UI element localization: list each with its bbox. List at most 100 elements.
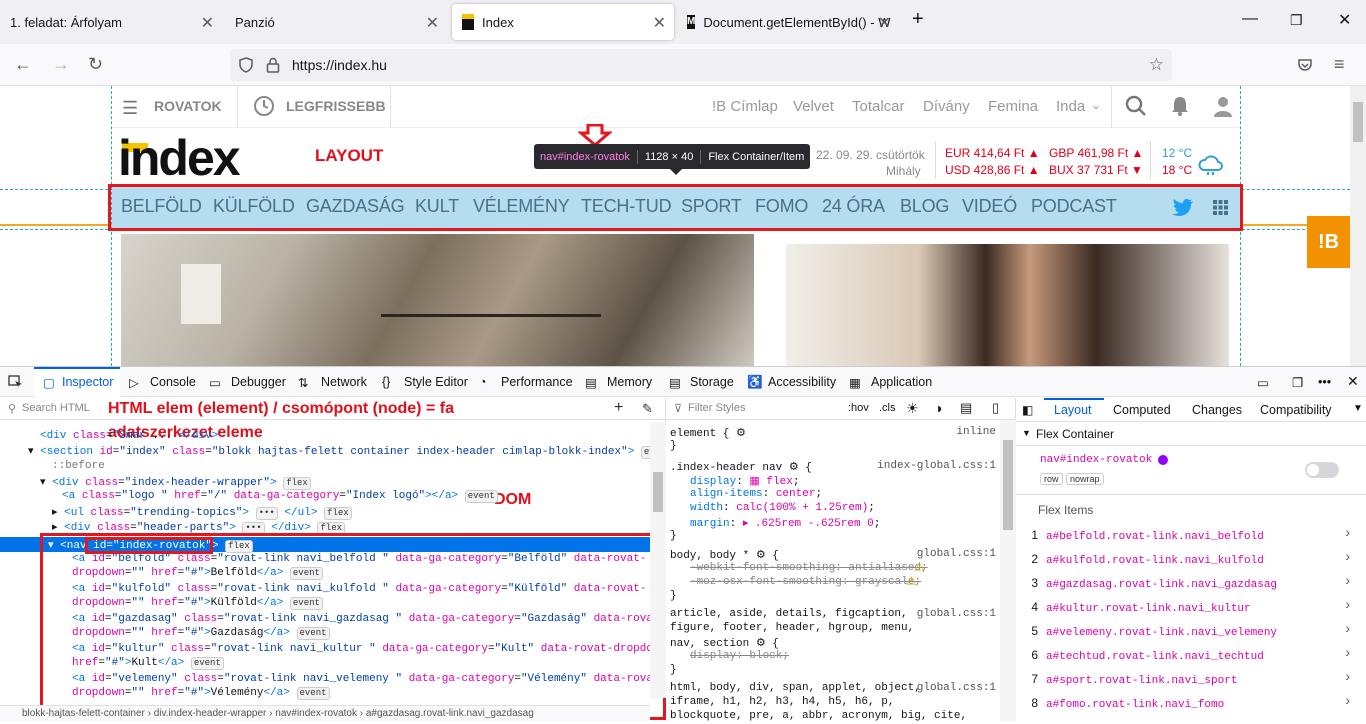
minimize-icon[interactable]: — (1242, 10, 1258, 28)
chevron-right-icon[interactable]: › (1345, 620, 1350, 636)
chevron-right-icon[interactable]: › (1345, 596, 1350, 612)
tab-changes[interactable]: Changes (1192, 403, 1242, 417)
toplink-ib[interactable]: !B Címlap (712, 98, 778, 115)
tab-computed[interactable]: Computed (1113, 403, 1171, 417)
dock-icon[interactable]: ❐ (1292, 375, 1303, 390)
address-bar[interactable]: https://index.hu ☆ (230, 49, 1172, 81)
close-icon[interactable]: ✕ (201, 13, 214, 33)
chevron-right-icon[interactable]: › (1345, 548, 1350, 564)
toplink-divany[interactable]: Dívány (923, 98, 970, 115)
page-scrollbar[interactable] (1350, 86, 1366, 366)
flex-item[interactable]: 2 a#kulfold.rovat-link.navi_kulfold (1016, 552, 1264, 567)
tab-panzio[interactable]: Panzió ✕ (225, 4, 447, 40)
chevron-right-icon[interactable]: › (1345, 644, 1350, 660)
flex-container-header[interactable]: ▼ Flex Container (1016, 422, 1366, 446)
rovatok-link[interactable]: ROVATOK (154, 98, 222, 114)
filter-styles-input[interactable]: Filter Styles (688, 402, 745, 414)
element-picker-icon[interactable] (8, 375, 23, 389)
add-node-icon[interactable]: + (614, 399, 623, 417)
flex-item[interactable]: 1 a#belfold.rovat-link.navi_belfold (1016, 528, 1264, 543)
shield-icon[interactable] (238, 57, 254, 73)
flex-item[interactable]: 7 a#sport.rovat-link.navi_sport (1016, 672, 1237, 687)
menu-icon[interactable]: ≡ (1334, 54, 1345, 75)
print-icon[interactable]: ▤ (960, 400, 972, 416)
rules-scrollbar[interactable] (1000, 420, 1016, 722)
reload-icon[interactable]: ↻ (88, 54, 103, 75)
back-icon[interactable]: ← (14, 54, 32, 75)
tab-layout[interactable]: Layout (1054, 403, 1092, 417)
html-search-input[interactable]: Search HTML (22, 402, 90, 414)
flex-container-selector[interactable]: nav#index-rovatok (1040, 454, 1152, 466)
html-scrollbar[interactable] (650, 422, 666, 698)
cls-toggle[interactable]: .cls (879, 402, 896, 414)
flex-item[interactable]: 5 a#velemeny.rovat-link.navi_velemeny (1016, 624, 1277, 639)
light-mode-icon[interactable]: ☀ (906, 400, 919, 417)
tab-arfolyam[interactable]: 1. feladat: Árfolyam ✕ (0, 4, 222, 40)
forward-icon[interactable]: → (52, 54, 70, 75)
chevron-down-icon[interactable]: ▼ (1353, 403, 1363, 414)
rule-close: } (670, 440, 677, 452)
toplink-totalcar[interactable]: Totalcar (852, 98, 905, 115)
search-icon[interactable] (1125, 95, 1147, 117)
breadcrumb[interactable]: blokk-hajtas-felett-container › div.inde… (0, 705, 650, 721)
flex-item[interactable]: 8 a#fomo.rovat-link.navi_fomo (1016, 696, 1224, 711)
toplink-inda[interactable]: Inda (1056, 98, 1085, 115)
tab-console[interactable]: Console (150, 375, 196, 389)
scrollbar-thumb[interactable] (653, 472, 663, 512)
tab-compatibility[interactable]: Compatibility (1260, 403, 1332, 417)
tab-mdn[interactable]: M Document.getElementById() - W ✕ (677, 4, 899, 40)
overlay-toggle[interactable] (1305, 462, 1339, 478)
flex-item[interactable]: 6 a#techtud.rovat-link.navi_techtud (1016, 648, 1264, 663)
tab-network[interactable]: Network (321, 375, 367, 389)
more-options-icon[interactable]: ••• (1318, 375, 1331, 389)
legfrissebb-link[interactable]: LEGFRISSEBB (286, 98, 386, 114)
toplink-femina[interactable]: Femina (988, 98, 1038, 115)
eyedropper-icon[interactable]: ✎ (642, 401, 653, 417)
window-close-icon[interactable]: ✕ (1338, 10, 1351, 30)
rule-close: } (670, 590, 677, 602)
flex-item[interactable]: 3 a#gazdasag.rovat-link.navi_gazdasag (1016, 576, 1277, 591)
bell-icon[interactable] (1170, 95, 1190, 117)
ib-badge[interactable]: !B (1307, 216, 1350, 268)
responsive-icon[interactable]: ▭ (1257, 375, 1269, 390)
pocket-icon[interactable] (1297, 57, 1313, 73)
user-icon[interactable] (1212, 95, 1234, 117)
tab-style-editor[interactable]: Style Editor (404, 375, 468, 389)
close-icon[interactable]: ✕ (653, 13, 666, 33)
tab-application[interactable]: Application (871, 375, 932, 389)
tab-debugger[interactable]: Debugger (231, 375, 286, 389)
tab-memory[interactable]: Memory (607, 375, 652, 389)
tab-inspector[interactable]: Inspector (62, 375, 113, 389)
lock-icon[interactable] (266, 57, 280, 73)
close-icon[interactable]: ✕ (426, 13, 439, 33)
tab-performance[interactable]: Performance (501, 375, 573, 389)
debugger-icon: ▭ (209, 376, 221, 390)
bookmark-star-icon[interactable]: ☆ (1149, 55, 1164, 75)
scrollbar-thumb[interactable] (1353, 102, 1363, 142)
tab-storage[interactable]: Storage (690, 375, 734, 389)
toggle-panel-icon[interactable]: ◧ (1022, 403, 1033, 417)
scrollbar-thumb[interactable] (1003, 440, 1013, 530)
hov-toggle[interactable]: :hov (848, 402, 869, 414)
chevron-right-icon[interactable]: › (1345, 692, 1350, 708)
chevron-right-icon[interactable]: › (1345, 524, 1350, 540)
article-image-portrait[interactable] (786, 244, 1229, 366)
index-logo[interactable]: index (118, 133, 241, 183)
toplink-velvet[interactable]: Velvet (793, 98, 834, 115)
article-image-courtyard[interactable] (121, 234, 754, 366)
new-tab-icon[interactable]: + (912, 8, 924, 31)
close-icon[interactable]: ✕ (878, 13, 891, 33)
chevron-right-icon[interactable]: › (1345, 572, 1350, 588)
hamburger-icon[interactable]: ☰ (122, 98, 138, 119)
restore-icon[interactable]: ❐ (1290, 12, 1303, 29)
devtools-close-icon[interactable]: ✕ (1347, 373, 1359, 390)
dark-mode-icon[interactable]: ◑ (934, 400, 942, 416)
divider (935, 141, 936, 179)
mdn-favicon-icon: M (687, 15, 696, 29)
chevron-right-icon[interactable]: › (1345, 668, 1350, 684)
color-swatch[interactable] (1158, 455, 1168, 465)
toggle-sidebar-icon[interactable]: ▯ (992, 400, 999, 416)
tab-index[interactable]: Index ✕ (452, 4, 674, 40)
tab-accessibility[interactable]: Accessibility (768, 375, 836, 389)
flex-item[interactable]: 4 a#kultur.rovat-link.navi_kultur (1016, 600, 1250, 615)
